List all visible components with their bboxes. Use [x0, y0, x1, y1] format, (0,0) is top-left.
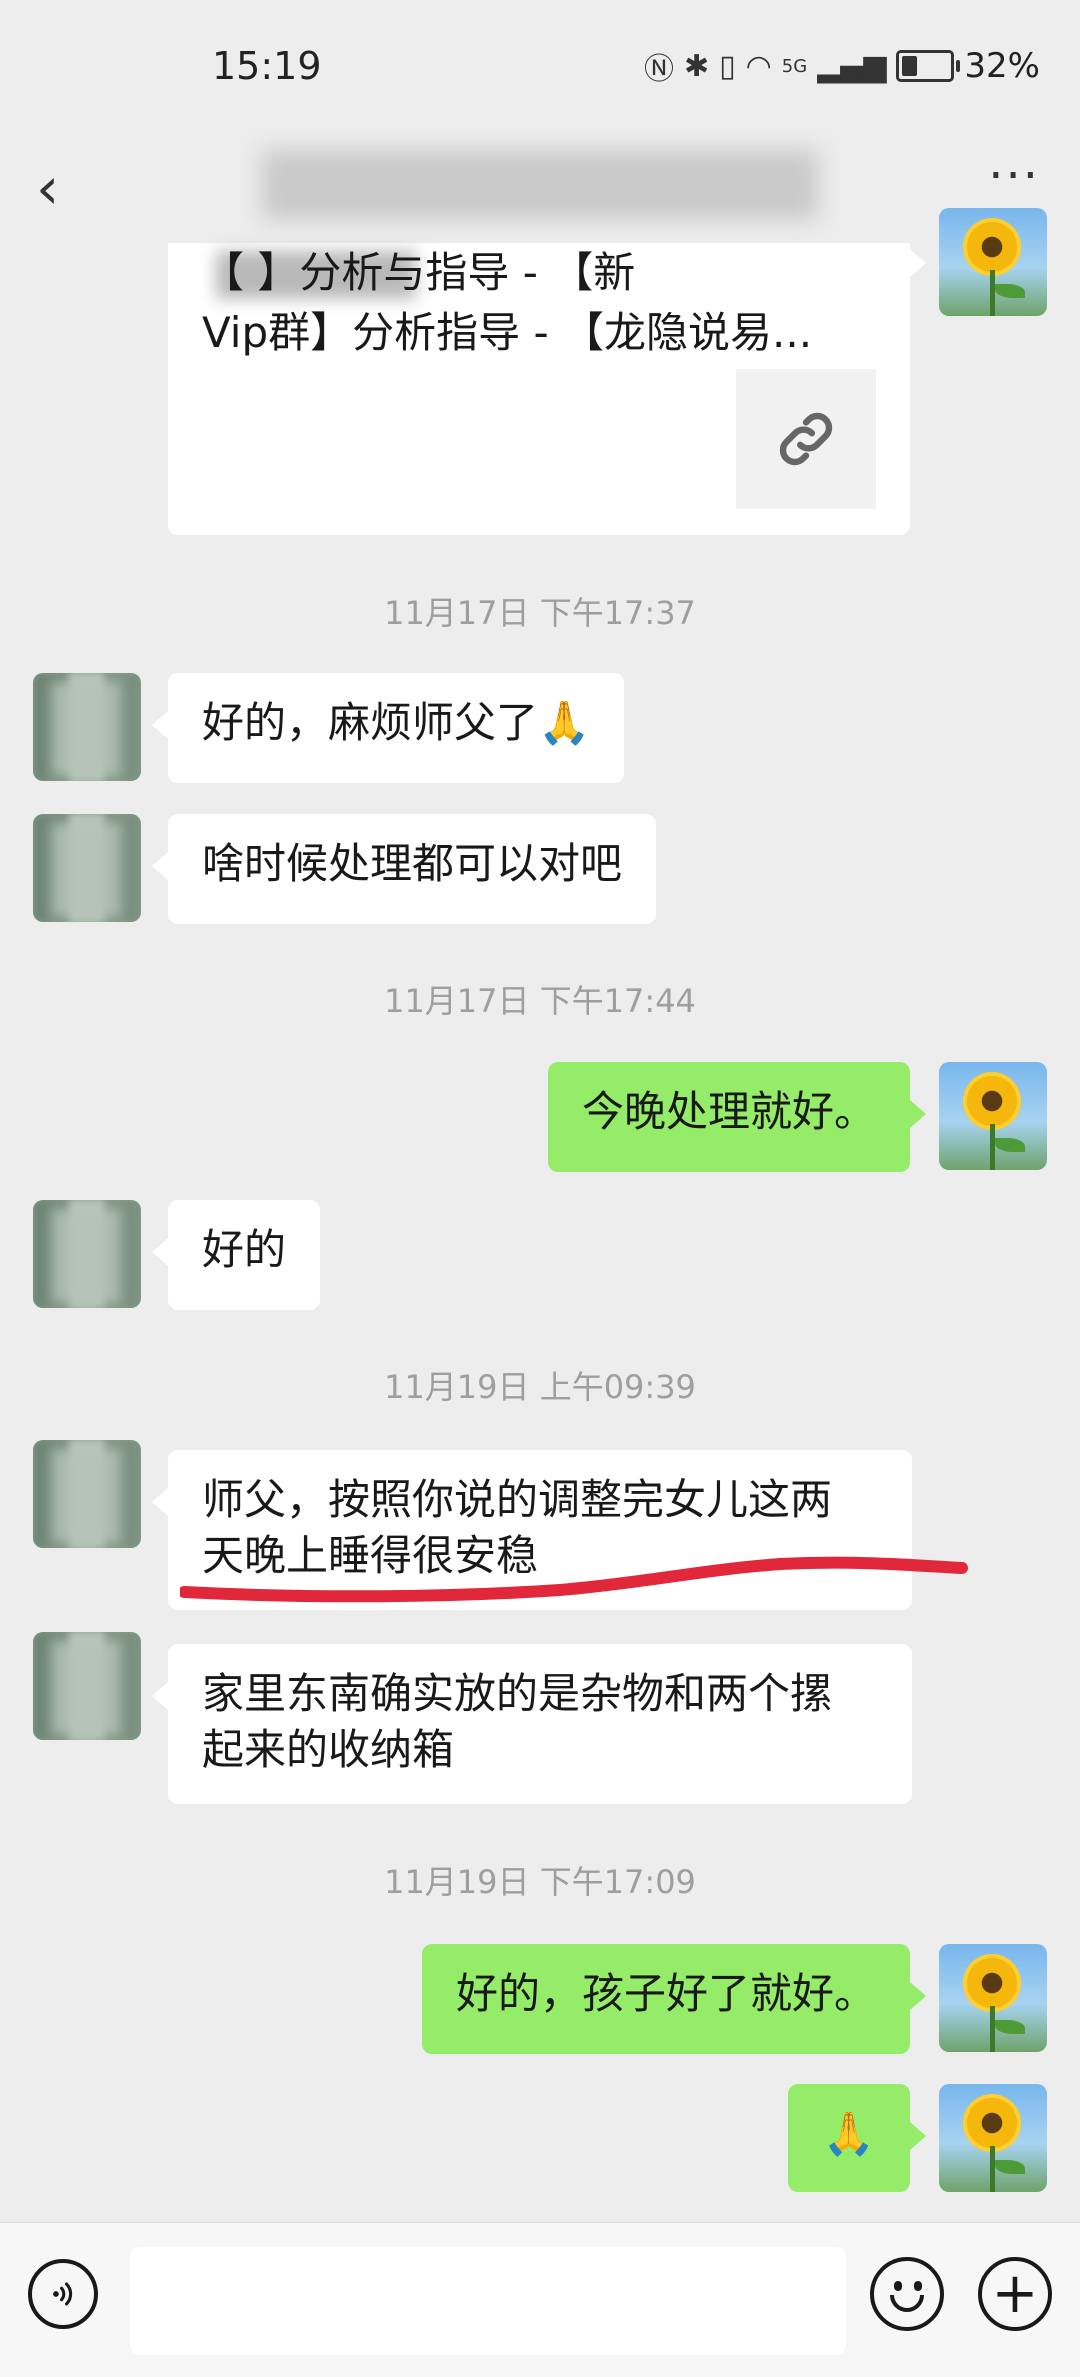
- network-label: 5G: [781, 55, 808, 77]
- nfc-icon: Ⓝ: [643, 52, 674, 87]
- battery-percent: 32%: [964, 46, 1040, 86]
- back-icon[interactable]: ‹: [36, 154, 59, 222]
- message-text-line2: 天晚上睡得很安稳: [202, 1531, 539, 1580]
- message-text: 🙏: [822, 2109, 876, 2158]
- message-text: 啥时候处理都可以对吧: [202, 839, 623, 888]
- chat-header: ‹ ···: [0, 130, 1080, 240]
- incoming-message[interactable]: 啥时候处理都可以对吧: [151, 814, 657, 924]
- timestamp: 11月17日 下午17:37: [384, 594, 696, 632]
- my-avatar[interactable]: [939, 1062, 1047, 1170]
- chat-title-blurred: [262, 150, 818, 220]
- message-input[interactable]: [130, 2247, 846, 2355]
- signal-icon: ▂▄▆: [817, 48, 887, 84]
- link-card-line1: 【 】分析与指导 - 【新: [202, 248, 636, 297]
- link-card-title: 【 】分析与指导 - 【新 Vip群】分析指导 - 【龙隐说易...: [202, 243, 872, 363]
- battery-icon: [896, 50, 961, 82]
- plus-icon[interactable]: +: [978, 2257, 1052, 2331]
- status-icons: Ⓝ ✱ ▯ ◠ 5G ▂▄▆ 32%: [644, 44, 1040, 88]
- voice-wave-icon: [53, 2282, 73, 2306]
- incoming-message[interactable]: 师父，按照你说的调整完女儿这两 天晚上睡得很安稳: [152, 1450, 912, 1610]
- incoming-message[interactable]: 好的: [151, 1200, 321, 1310]
- my-avatar[interactable]: [939, 2084, 1047, 2192]
- more-icon[interactable]: ···: [988, 148, 1040, 204]
- input-bar: +: [0, 2222, 1080, 2377]
- timestamp: 11月19日 下午17:09: [384, 1863, 696, 1901]
- message-text: 好的: [202, 1225, 287, 1274]
- outgoing-message[interactable]: 今晚处理就好。: [547, 1062, 927, 1172]
- status-bar: 15:19 Ⓝ ✱ ▯ ◠ 5G ▂▄▆ 32%: [0, 0, 1080, 130]
- timestamp: 11月17日 下午17:44: [384, 982, 696, 1020]
- link-card-message[interactable]: 【 】分析与指导 - 【新 Vip群】分析指导 - 【龙隐说易...: [168, 243, 926, 535]
- voice-icon[interactable]: [28, 2259, 98, 2329]
- message-text: 好的，麻烦师父了🙏: [202, 698, 591, 747]
- message-text: 好的，孩子好了就好。: [455, 1969, 876, 2018]
- my-avatar[interactable]: [939, 208, 1047, 316]
- message-text-line1: 师父，按照你说的调整完女儿这两: [202, 1475, 833, 1524]
- incoming-message[interactable]: 好的，麻烦师父了🙏: [151, 673, 625, 783]
- link-card-line2: Vip群】分析指导 - 【龙隐说易...: [202, 308, 813, 357]
- contact-avatar[interactable]: [33, 1632, 141, 1740]
- outgoing-message[interactable]: 好的，孩子好了就好。: [421, 1944, 927, 2054]
- contact-avatar[interactable]: [33, 1440, 141, 1548]
- status-time: 15:19: [212, 44, 322, 88]
- wifi-icon: ◠: [745, 48, 772, 84]
- message-text: 今晚处理就好。: [581, 1087, 876, 1136]
- my-avatar[interactable]: [939, 1944, 1047, 2052]
- timestamp: 11月19日 上午09:39: [384, 1368, 696, 1406]
- vibrate-icon: ▯: [719, 48, 736, 84]
- incoming-message[interactable]: 家里东南确实放的是杂物和两个摞 起来的收纳箱: [152, 1644, 912, 1804]
- emoji-icon[interactable]: [870, 2257, 944, 2331]
- message-text-line1: 家里东南确实放的是杂物和两个摞: [202, 1669, 833, 1718]
- outgoing-message[interactable]: 🙏: [788, 2084, 926, 2192]
- contact-avatar[interactable]: [33, 1200, 141, 1308]
- link-icon: [779, 412, 833, 466]
- message-text-line2: 起来的收纳箱: [202, 1725, 455, 1774]
- contact-avatar[interactable]: [33, 814, 141, 922]
- contact-avatar[interactable]: [33, 673, 141, 781]
- bluetooth-icon: ✱: [683, 48, 710, 84]
- link-thumbnail: [736, 369, 876, 509]
